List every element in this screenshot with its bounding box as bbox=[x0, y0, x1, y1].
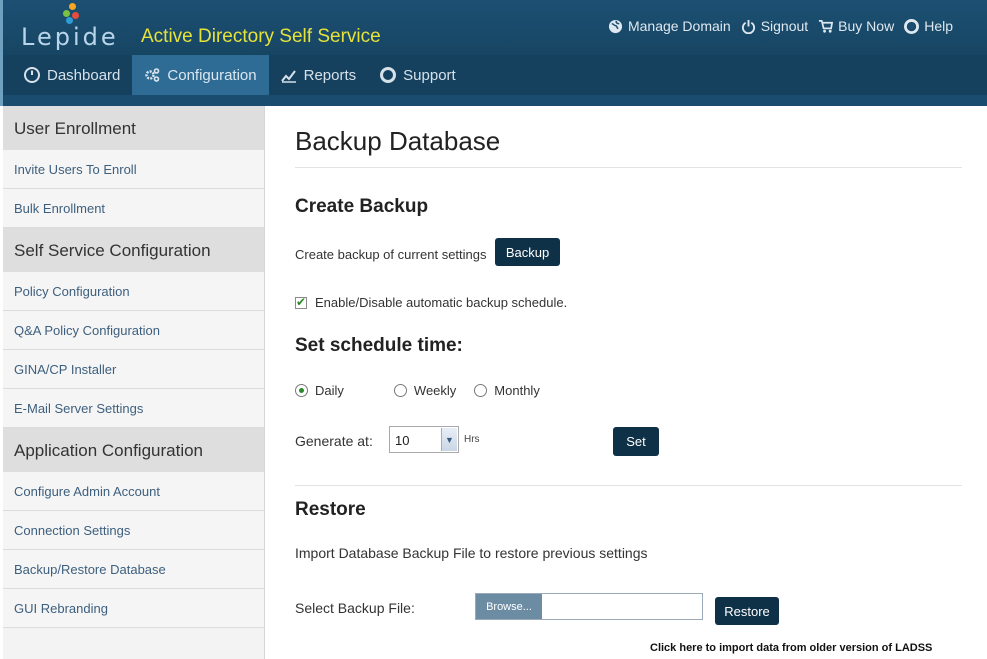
radio-daily-dot[interactable] bbox=[295, 384, 308, 397]
app-title: Active Directory Self Service bbox=[141, 26, 381, 47]
radio-monthly-dot[interactable] bbox=[474, 384, 488, 397]
radio-daily[interactable]: Daily bbox=[295, 383, 344, 398]
backup-button[interactable]: Backup bbox=[495, 238, 560, 266]
sidebar-item-invite-users[interactable]: Invite Users To Enroll bbox=[3, 150, 264, 189]
nav-support[interactable]: Support bbox=[368, 55, 468, 95]
power-icon bbox=[741, 19, 755, 34]
page-title: Backup Database bbox=[295, 126, 501, 156]
radio-weekly-dot[interactable] bbox=[393, 384, 407, 397]
restore-heading: Restore bbox=[295, 499, 366, 520]
nav-reports[interactable]: Reports bbox=[269, 55, 369, 95]
sidebar-item-email-server[interactable]: E-Mail Server Settings bbox=[3, 389, 264, 428]
schedule-heading: Set schedule time: bbox=[295, 335, 463, 356]
globe-icon bbox=[608, 19, 623, 33]
radio-monthly-label: Monthly bbox=[494, 383, 540, 398]
generate-at-value: 10 bbox=[395, 433, 410, 448]
select-backup-file-label: Select Backup File: bbox=[295, 600, 415, 616]
help-link[interactable]: Help bbox=[904, 18, 953, 34]
restore-button[interactable]: Restore bbox=[715, 597, 779, 625]
sidebar-section-user-enrollment: User Enrollment bbox=[3, 106, 264, 150]
browse-button[interactable]: Browse... bbox=[476, 594, 542, 619]
sidebar-item-gui-rebranding[interactable]: GUI Rebranding bbox=[3, 589, 264, 628]
create-backup-label: Create backup of current settings bbox=[295, 247, 487, 262]
backup-file-input[interactable]: Browse... bbox=[475, 593, 703, 620]
sidebar-item-connection-settings[interactable]: Connection Settings bbox=[3, 511, 264, 550]
sidebar-item-policy-configuration[interactable]: Policy Configuration bbox=[3, 272, 264, 311]
nav-dashboard-label: Dashboard bbox=[47, 66, 121, 84]
sidebar-item-backup-restore[interactable]: Backup/Restore Database bbox=[3, 550, 264, 589]
dashboard-icon bbox=[24, 67, 40, 83]
top-header: Lepide Active Directory Self Service Man… bbox=[0, 0, 987, 55]
signout-label: Signout bbox=[760, 18, 809, 34]
nav-configuration[interactable]: Configuration bbox=[132, 55, 269, 95]
auto-backup-checkbox[interactable] bbox=[295, 295, 307, 309]
main-nav: Dashboard Configuration Reports Support bbox=[0, 55, 987, 100]
logo-text: Lepide bbox=[21, 23, 119, 51]
restore-description: Import Database Backup File to restore p… bbox=[295, 545, 648, 561]
sidebar: User Enrollment Invite Users To Enroll B… bbox=[3, 106, 265, 659]
nav-configuration-label: Configuration bbox=[167, 66, 257, 84]
cart-icon bbox=[819, 19, 834, 33]
signout-link[interactable]: Signout bbox=[741, 18, 808, 34]
manage-domain-link[interactable]: Manage Domain bbox=[608, 18, 731, 34]
file-path-field[interactable] bbox=[542, 594, 702, 619]
generate-at-label: Generate at: bbox=[295, 433, 373, 449]
nav-reports-label: Reports bbox=[303, 66, 357, 84]
create-backup-heading: Create Backup bbox=[295, 196, 429, 217]
lepide-logo: Lepide bbox=[19, 3, 131, 51]
auto-backup-row: Enable/Disable automatic backup schedule… bbox=[295, 295, 567, 310]
logo-dots-icon bbox=[63, 3, 87, 25]
title-divider bbox=[295, 167, 962, 168]
sidebar-item-gina-cp-installer[interactable]: GINA/CP Installer bbox=[3, 350, 264, 389]
chevron-down-icon[interactable]: ▼ bbox=[441, 428, 457, 451]
radio-weekly[interactable]: Weekly bbox=[393, 383, 457, 398]
nav-support-label: Support bbox=[403, 66, 456, 84]
sidebar-item-configure-admin[interactable]: Configure Admin Account bbox=[3, 472, 264, 511]
manage-domain-label: Manage Domain bbox=[627, 18, 731, 34]
nav-divider-strip bbox=[0, 95, 987, 106]
radio-weekly-label: Weekly bbox=[413, 383, 457, 398]
buy-now-label: Buy Now bbox=[838, 18, 895, 34]
sidebar-item-bulk-enrollment[interactable]: Bulk Enrollment bbox=[3, 189, 264, 228]
sidebar-section-application-config: Application Configuration bbox=[3, 428, 264, 472]
gear-icon bbox=[145, 68, 160, 82]
set-button[interactable]: Set bbox=[613, 427, 659, 456]
chart-icon bbox=[280, 70, 296, 83]
sidebar-item-qa-policy[interactable]: Q&A Policy Configuration bbox=[3, 311, 264, 350]
radio-monthly[interactable]: Monthly bbox=[474, 383, 540, 398]
sidebar-section-self-service-config: Self Service Configuration bbox=[3, 228, 264, 272]
schedule-options: Daily Weekly Monthly bbox=[295, 383, 562, 398]
hours-unit-label: Hrs bbox=[464, 434, 480, 445]
lifebuoy-icon bbox=[380, 67, 397, 83]
buy-now-link[interactable]: Buy Now bbox=[818, 18, 894, 34]
generate-at-select[interactable]: 10 ▼ bbox=[389, 426, 459, 453]
lifebuoy-icon bbox=[904, 18, 920, 34]
auto-backup-label: Enable/Disable automatic backup schedule… bbox=[315, 295, 568, 310]
top-links: Manage Domain Signout Buy Now Help bbox=[608, 18, 953, 34]
nav-dashboard[interactable]: Dashboard bbox=[12, 55, 132, 95]
import-older-version-link[interactable]: Click here to import data from older ver… bbox=[650, 642, 932, 654]
help-label: Help bbox=[924, 18, 953, 34]
radio-daily-label: Daily bbox=[315, 383, 344, 398]
restore-divider bbox=[295, 485, 962, 486]
